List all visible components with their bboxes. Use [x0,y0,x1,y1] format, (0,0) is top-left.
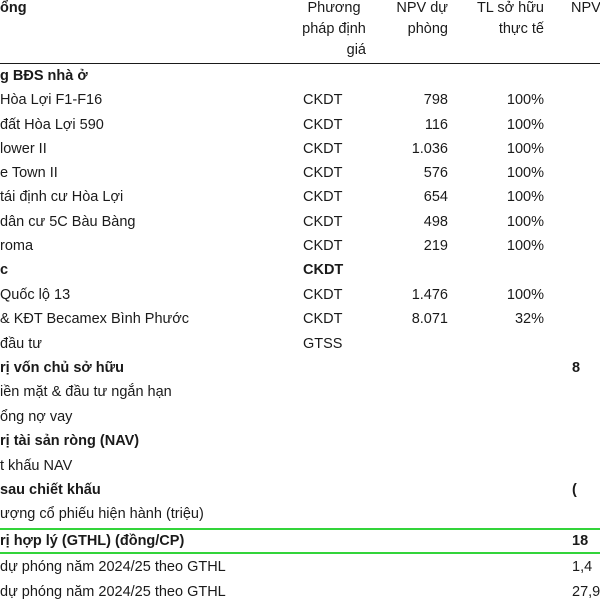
row-label: rị tài sản ròng (NAV) [0,433,140,449]
header-col-ownership-line-2: thực tế [498,21,544,37]
row-label: dự phóng năm 2024/25 theo GTHL [0,584,226,600]
row-label: c [0,262,9,278]
row-npv-share: ( [572,482,577,498]
row-ownership: 100% [506,287,544,303]
header-col-npv-line-2: phòng [407,21,448,37]
table-header: ổng Phương pháp định giá NPV dự phòng TL… [0,0,600,62]
table-row: ượng cổ phiếu hiện hành (triệu) [0,502,600,526]
row-label: đầu tư [0,336,42,352]
row-label: e Town II [0,165,58,181]
row-label: rị vốn chủ sở hữu [0,360,124,376]
row-npv: 576 [423,165,448,181]
header-col-name: ổng [0,0,27,19]
table-row: sau chiết khấu ( [0,478,600,502]
row-ownership: 100% [506,189,544,205]
row-method: CKDT [303,238,343,254]
header-col-npv-line-1: NPV dự [396,0,448,16]
row-ownership: 100% [506,165,544,181]
table-row: & KĐT Becamex Bình Phước CKDT 8.071 32% [0,307,600,331]
table-row: dự phóng năm 2024/25 theo GTHL 1,4 [0,555,600,579]
table-row: dân cư 5C Bàu Bàng CKDT 498 100% [0,210,600,234]
row-ownership: 100% [506,238,544,254]
row-label: dân cư 5C Bàu Bàng [0,214,136,230]
row-npv: 1.476 [411,287,448,303]
table-row: c CKDT [0,258,600,282]
row-npv: 1.036 [411,141,448,157]
table-row: Hòa Lợi F1-F16 CKDT 798 100% [0,88,600,112]
table-row: e Town II CKDT 576 100% [0,161,600,185]
row-ownership: 100% [506,92,544,108]
row-npv: 116 [424,117,448,133]
row-method: GTSS [303,336,343,352]
table-row: lower II CKDT 1.036 100% [0,137,600,161]
header-col-name-text: ổng [0,0,27,16]
table-row: đất Hòa Lợi 590 CKDT 116 100% [0,113,600,137]
row-method: CKDT [303,189,343,205]
table-row: đầu tư GTSS [0,332,600,356]
row-npv: 498 [423,214,448,230]
header-col-ownership: TL sở hữu thực tế [477,0,544,40]
fair-value-highlight [0,528,600,554]
row-method: CKDT [303,262,344,278]
row-label: t khấu NAV [0,458,73,474]
row-label: dự phóng năm 2024/25 theo GTHL [0,559,226,575]
table-row: iền mặt & đầu tư ngắn hạn [0,380,600,404]
row-npv-share: 27,9x [572,584,600,600]
row-method: CKDT [303,117,343,133]
row-method: CKDT [303,141,343,157]
row-npv: 219 [423,238,448,254]
row-label: Quốc lộ 13 [0,287,71,303]
row-npv-share: 8 [572,360,581,376]
header-col-npv-share-text: NPV [571,0,600,16]
table-row: t khấu NAV [0,454,600,478]
header-col-method: Phương pháp định giá [302,0,366,61]
header-col-method-line-3: giá [346,42,366,58]
row-ownership: 32% [514,311,544,327]
header-col-npv: NPV dự phòng [396,0,448,40]
row-label: đất Hòa Lợi 590 [0,117,104,133]
table-row: Quốc lộ 13 CKDT 1.476 100% [0,283,600,307]
row-ownership: 100% [506,117,544,133]
table-row: roma CKDT 219 100% [0,234,600,258]
table-row: rị vốn chủ sở hữu 8 [0,356,600,380]
row-method: CKDT [303,165,343,181]
header-col-method-line-2: pháp định [302,21,366,37]
row-npv: 8.071 [411,311,448,327]
row-npv: 654 [423,189,448,205]
row-label: ượng cổ phiếu hiện hành (triệu) [0,506,204,522]
row-method: CKDT [303,214,343,230]
row-npv-share: 1,4 [572,559,593,575]
row-ownership: 100% [506,214,544,230]
row-label: iền mặt & đầu tư ngắn hạn [0,384,172,400]
row-label: sau chiết khấu [0,482,101,498]
header-col-method-line-1: Phương [307,0,361,16]
header-col-ownership-line-1: TL sở hữu [476,0,544,16]
row-label: tái định cư Hòa Lợi [0,189,124,205]
row-method: CKDT [303,311,343,327]
table-row: rị tài sản ròng (NAV) [0,429,600,453]
row-label: Hòa Lợi F1-F16 [0,92,103,108]
row-label: ổng nợ vay [0,409,73,425]
row-label: g BĐS nhà ở [0,68,88,84]
row-method: CKDT [303,287,343,303]
row-npv: 798 [423,92,448,108]
row-label: & KĐT Becamex Bình Phước [0,311,189,327]
table-row: dự phóng năm 2024/25 theo GTHL 27,9x [0,580,600,604]
row-ownership: 100% [506,141,544,157]
row-method: CKDT [303,92,343,108]
header-col-npv-share: NPV [571,0,600,19]
row-label: roma [0,238,34,254]
row-label: lower II [0,141,47,157]
table-row: tái định cư Hòa Lợi CKDT 654 100% [0,185,600,209]
table-row: g BĐS nhà ở [0,64,600,88]
table-row: ổng nợ vay [0,405,600,429]
